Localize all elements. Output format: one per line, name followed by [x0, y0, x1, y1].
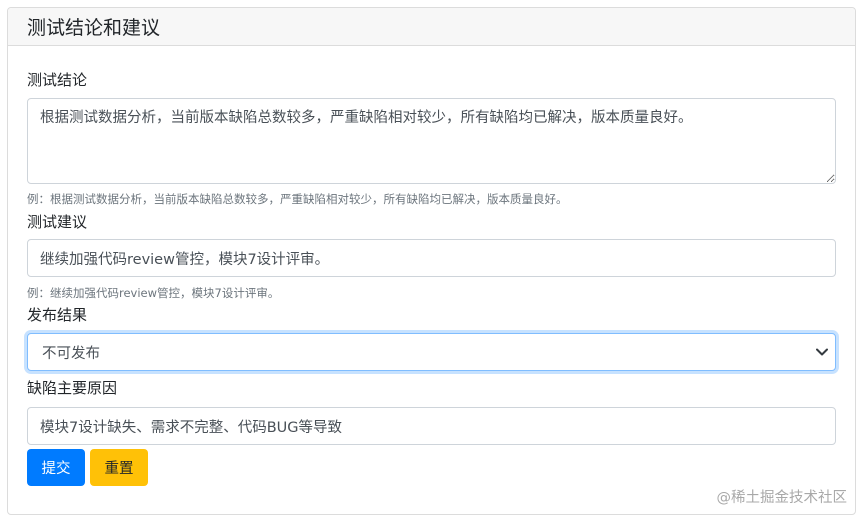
release-result-selected: 不可发布	[42, 345, 100, 362]
defect-cause-label: 缺陷主要原因	[27, 379, 118, 397]
reset-button[interactable]: 重置	[90, 449, 148, 486]
test-conclusion-card: 测试结论和建议 测试结论 根据测试数据分析，当前版本缺陷总数较多，严重缺陷相对较…	[7, 7, 856, 515]
release-result-select[interactable]: 不可发布	[27, 333, 836, 371]
card-title: 测试结论和建议	[27, 17, 161, 39]
release-result-label: 发布结果	[27, 306, 88, 324]
suggestion-label: 测试建议	[27, 213, 88, 231]
conclusion-label: 测试结论	[27, 71, 88, 89]
watermark: @稀土掘金技术社区	[716, 490, 848, 506]
defect-cause-input[interactable]	[27, 407, 836, 445]
suggestion-help-text: 例：继续加强代码review管控，模块7设计评审。	[27, 286, 280, 300]
conclusion-textarea[interactable]: 根据测试数据分析，当前版本缺陷总数较多，严重缺陷相对较少，所有缺陷均已解决，版本…	[27, 98, 836, 184]
submit-button[interactable]: 提交	[27, 449, 85, 486]
suggestion-input[interactable]	[27, 239, 836, 277]
card-header: 测试结论和建议	[8, 8, 855, 46]
chevron-down-icon	[815, 345, 829, 359]
conclusion-help-text: 例：根据测试数据分析，当前版本缺陷总数较多，严重缺陷相对较少，所有缺陷均已解决，…	[27, 192, 568, 206]
